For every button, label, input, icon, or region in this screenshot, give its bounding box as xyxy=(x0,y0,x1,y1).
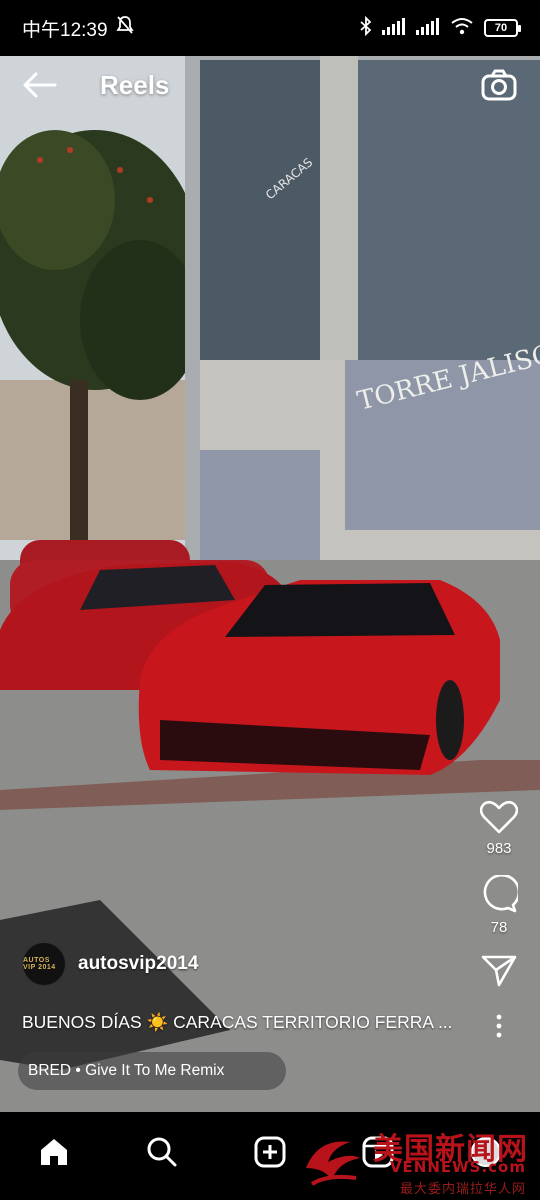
audio-track-label: BRED • Give It To Me Remix xyxy=(28,1062,225,1079)
send-icon xyxy=(481,955,517,987)
watermark-logo-icon xyxy=(306,1141,360,1186)
comment-icon xyxy=(483,875,518,913)
mute-icon xyxy=(115,15,134,41)
author-avatar[interactable]: AUTOS VIP 2014 xyxy=(22,942,66,986)
more-vertical-icon xyxy=(496,1014,502,1038)
site-watermark: 美国新闻网 VENNEWS.com 最大委内瑞拉华人网 xyxy=(298,1124,534,1197)
camera-button[interactable] xyxy=(478,64,520,106)
signal-icon xyxy=(416,17,440,40)
comment-count: 78 xyxy=(490,919,508,936)
top-app-bar: Reels xyxy=(0,56,540,114)
wifi-icon xyxy=(450,17,474,40)
reel-actions: 983 78 xyxy=(476,800,522,1038)
home-icon xyxy=(41,1139,67,1165)
watermark-subtitle: 最大委内瑞拉华人网 xyxy=(399,1182,526,1197)
battery-indicator: 70 xyxy=(484,19,521,37)
back-arrow-icon xyxy=(23,72,57,98)
comment-button[interactable]: 78 xyxy=(480,875,518,936)
status-time: 中午12:39 xyxy=(22,19,108,41)
bluetooth-icon xyxy=(360,15,372,41)
nav-search[interactable] xyxy=(132,1122,192,1182)
post-author[interactable]: AUTOS VIP 2014 autosvip2014 xyxy=(22,942,198,986)
nav-home[interactable] xyxy=(24,1122,84,1182)
author-username[interactable]: autosvip2014 xyxy=(78,953,198,975)
back-button[interactable] xyxy=(20,65,60,105)
post-caption[interactable]: BUENOS DÍAS ☀️ CARACAS TERRITORIO FERRA … xyxy=(22,1012,462,1033)
create-icon xyxy=(254,1136,286,1168)
search-icon xyxy=(147,1137,177,1167)
camera-icon xyxy=(481,69,517,101)
share-button[interactable] xyxy=(481,954,517,988)
page-title: Reels xyxy=(100,69,170,100)
status-bar: 中午12:39 70 xyxy=(0,0,540,56)
more-options-button[interactable] xyxy=(495,1014,503,1038)
like-button[interactable]: 983 xyxy=(480,800,518,857)
like-count: 983 xyxy=(486,840,512,857)
watermark-domain: VENNEWS.com xyxy=(389,1158,526,1176)
audio-track[interactable]: BRED • Give It To Me Remix xyxy=(18,1052,286,1090)
signal-icon xyxy=(382,17,406,40)
nav-create[interactable] xyxy=(240,1122,300,1182)
heart-icon xyxy=(480,800,518,834)
